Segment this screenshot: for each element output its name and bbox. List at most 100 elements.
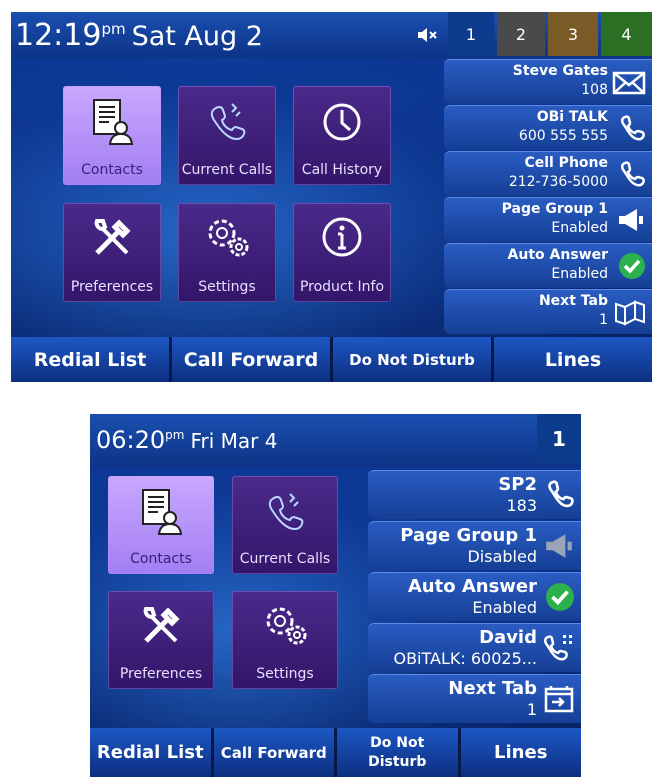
line-key-6[interactable]: Next Tab 1 [444,289,652,334]
phone-screen-2: 06:20pm Fri Mar 4 1 Contacts Current Call… [90,414,581,777]
speaker-mute-icon [416,27,438,47]
phone-icon [548,480,574,508]
contacts-icon [93,99,134,145]
current-calls-label: Current Calls [181,162,273,178]
lines-button[interactable]: Lines [460,728,581,777]
redial-list-button[interactable]: Redial List [90,728,211,777]
history-icon [323,103,361,141]
status-bar: 06:20pm Fri Mar 4 [90,414,581,467]
megaphone-icon [619,209,643,231]
line-key-sub: 212-736-5000 [508,174,608,190]
contacts-label: Contacts [81,162,143,178]
line-key-2[interactable]: OBi TALK 600 555 555 [444,105,652,150]
line-key-sub: 108 [581,82,608,98]
line-key-3[interactable]: Auto Answer Enabled [368,572,581,621]
line-key-title: Page Group 1 [501,201,608,217]
line-key-title: Next Tab [448,678,537,699]
preferences-label: Preferences [119,666,203,682]
softkey-bar: Redial List Call Forward Do Not Disturb … [90,728,581,777]
gears-icon [266,607,307,645]
line-key-4[interactable]: David OBiTALK: 60025... [368,623,581,672]
tab-2[interactable]: 2 [497,12,545,56]
current-calls-app-button[interactable]: Current Calls [232,476,338,574]
product-info-label: Product Info [299,279,385,295]
tools-icon [143,607,180,643]
current-calls-app-button[interactable]: Current Calls [178,86,276,185]
current-calls-label: Current Calls [239,551,331,567]
line-key-5[interactable]: Next Tab 1 [368,674,581,723]
line-key-title: OBi TALK [536,109,608,125]
line-key-sub: 1 [526,700,537,719]
line-key-title: Auto Answer [507,247,608,263]
product-info-app-button[interactable]: Product Info [293,203,391,302]
line-key-title: Auto Answer [407,576,537,597]
redial-list-button[interactable]: Redial List [11,337,169,382]
tab-4[interactable]: 4 [601,12,652,56]
phone-icon [268,493,304,530]
line-key-2[interactable]: Page Group 1 Disabled [368,521,581,570]
line-key-sub: OBiTALK: 60025... [393,649,537,668]
megaphone-icon [546,534,572,558]
phone-icon [620,161,645,187]
clock: 12:19pm Sat Aug 2 [15,18,263,53]
clock: 06:20pm Fri Mar 4 [96,426,278,454]
call-forward-button[interactable]: Call Forward [213,728,334,777]
line-key-4[interactable]: Page Group 1 Enabled [444,197,652,242]
tab-1[interactable]: 1 [448,12,494,56]
call-history-app-button[interactable]: Call History [293,86,391,185]
tab-4-label: 4 [621,24,632,44]
do-not-disturb-button[interactable]: Do Not Disturb [333,337,491,382]
settings-app-button[interactable]: Settings [178,203,276,302]
do-not-disturb-button[interactable]: Do Not Disturb [337,728,458,777]
check-icon [546,583,574,611]
contacts-app-button[interactable]: Contacts [63,86,161,185]
contacts-label: Contacts [130,551,192,567]
call-history-label: Call History [301,162,383,178]
line-key-sub: Enabled [551,220,608,236]
tools-icon [94,219,131,255]
line-key-1[interactable]: Steve Gates 108 [444,59,652,104]
settings-label: Settings [198,279,256,295]
preferences-app-button[interactable]: Preferences [63,203,161,302]
line-key-sub: Disabled [467,547,537,566]
contacts-app-button[interactable]: Contacts [108,476,214,574]
tab-1[interactable]: 1 [537,414,581,464]
tab-1-label: 1 [465,24,477,44]
contacts-icon [142,489,183,535]
line-key-sub: Enabled [551,266,608,282]
date-text: Sat Aug 2 [131,21,263,52]
tab-2-label: 2 [515,24,527,44]
envelope-icon [612,71,646,95]
book-icon [615,300,645,326]
time-text: 06:20 [96,426,166,454]
date-text: Fri Mar 4 [190,429,278,453]
time-text: 12:19 [15,18,102,53]
tab-3[interactable]: 3 [548,12,598,56]
line-key-title: SP2 [498,474,537,495]
preferences-app-button[interactable]: Preferences [108,591,214,689]
phone-icon [210,103,246,140]
line-key-3[interactable]: Cell Phone 212-736-5000 [444,151,652,196]
softkey-bar: Redial List Call Forward Do Not Disturb … [11,337,652,382]
lines-button[interactable]: Lines [494,337,652,382]
gears-icon [208,219,249,257]
phone-screen-1: 12:19pm Sat Aug 2 1 2 3 4 Contacts Curren… [11,12,652,382]
line-key-title: Next Tab [538,293,608,309]
settings-label: Settings [256,666,314,682]
preferences-label: Preferences [70,279,154,295]
line-key-5[interactable]: Auto Answer Enabled [444,243,652,288]
line-key-title: David [479,627,537,648]
line-key-title: Page Group 1 [400,525,537,546]
phone-icon [620,115,645,141]
line-key-title: Steve Gates [512,63,608,79]
ampm-text: pm [165,427,185,442]
phone-dialpad-icon [543,635,572,661]
tab-1-label: 1 [552,427,566,451]
line-key-sub: Enabled [472,598,537,617]
next-tab-icon [544,686,574,713]
settings-app-button[interactable]: Settings [232,591,338,689]
line-key-1[interactable]: SP2 183 [368,470,581,519]
check-icon [619,253,645,279]
call-forward-button[interactable]: Call Forward [172,337,330,382]
line-key-sub: 600 555 555 [518,128,608,144]
